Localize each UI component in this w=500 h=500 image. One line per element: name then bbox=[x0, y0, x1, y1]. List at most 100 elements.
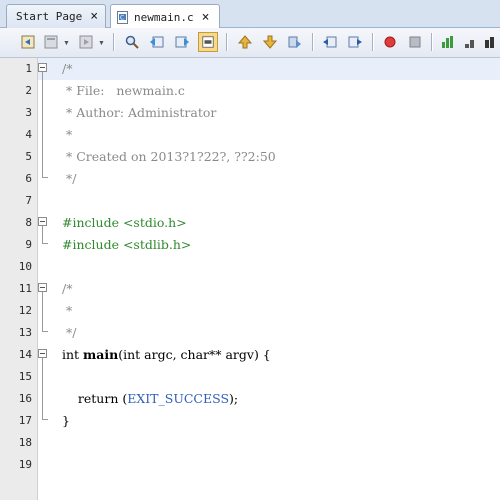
header-name: <stdlib.h> bbox=[118, 237, 192, 252]
toolbar-separator bbox=[372, 33, 374, 51]
code-line: 4 * bbox=[0, 124, 500, 146]
code-line: 14 int main(int argc, char** argv) { bbox=[0, 344, 500, 366]
code-line: 8 #include <stdio.h> bbox=[0, 212, 500, 234]
tab-label: Start Page bbox=[16, 10, 83, 23]
back-icon[interactable] bbox=[18, 32, 38, 52]
code-line: 3 * Author: Administrator bbox=[0, 102, 500, 124]
line-number: 14 bbox=[18, 348, 32, 361]
code-line: 9 #include <stdlib.h> bbox=[0, 234, 500, 256]
bar-chart-icon[interactable] bbox=[461, 32, 481, 52]
code-text: * File: newmain.c bbox=[62, 83, 185, 98]
toolbar-separator bbox=[226, 33, 228, 51]
code-text: * bbox=[62, 127, 73, 142]
svg-text:C: C bbox=[120, 14, 124, 21]
code-line: 12 * bbox=[0, 300, 500, 322]
fold-toggle-icon[interactable] bbox=[38, 349, 47, 358]
code-text: * Created on 2013?1?22?, ??2:50 bbox=[62, 149, 276, 164]
line-number: 11 bbox=[18, 282, 32, 295]
preprocessor-directive: #include bbox=[62, 237, 119, 252]
code-line: 17 } bbox=[0, 410, 500, 432]
toggle-bookmark-icon[interactable] bbox=[285, 32, 305, 52]
line-number: 8 bbox=[25, 216, 32, 229]
next-bookmark-icon[interactable] bbox=[260, 32, 280, 52]
code-line: 7 bbox=[0, 190, 500, 212]
macro-literal: EXIT_SUCCESS bbox=[127, 391, 230, 406]
code-line: 18 bbox=[0, 432, 500, 454]
line-number: 19 bbox=[18, 458, 32, 471]
find-next-icon[interactable] bbox=[172, 32, 192, 52]
line-number: 6 bbox=[25, 172, 32, 185]
header-name: <stdio.h> bbox=[118, 215, 187, 230]
line-number: 7 bbox=[25, 194, 32, 207]
code-line: 1 /* bbox=[0, 58, 500, 80]
line-number: 9 bbox=[25, 238, 32, 251]
line-number: 15 bbox=[18, 370, 32, 383]
code-text: */ bbox=[62, 171, 77, 186]
code-text: * bbox=[62, 303, 73, 318]
chevron-down-icon[interactable]: ▼ bbox=[63, 40, 70, 47]
editor-toolbar: ▼ ▼ bbox=[0, 28, 500, 58]
code-text: /* bbox=[62, 281, 73, 296]
tab-newmain-c[interactable]: C newmain.c × bbox=[110, 4, 220, 29]
shift-left-icon[interactable] bbox=[320, 32, 340, 52]
line-number: 12 bbox=[18, 304, 32, 317]
line-number: 1 bbox=[25, 62, 32, 75]
code-text: */ bbox=[62, 325, 77, 340]
code-line: 10 bbox=[0, 256, 500, 278]
code-line: 15 bbox=[0, 366, 500, 388]
code-text: int main(int argc, char** argv) { bbox=[62, 344, 271, 366]
line-number: 4 bbox=[25, 128, 32, 141]
find-previous-icon[interactable] bbox=[147, 32, 167, 52]
stop-macro-icon[interactable] bbox=[405, 32, 425, 52]
chart-icon[interactable] bbox=[438, 32, 458, 52]
code-text: #include <stdio.h> bbox=[62, 212, 187, 234]
close-icon[interactable]: × bbox=[202, 11, 210, 24]
history-icon[interactable] bbox=[41, 32, 61, 52]
code-line: 2 * File: newmain.c bbox=[0, 80, 500, 102]
code-line: 11 /* bbox=[0, 278, 500, 300]
code-text: * Author: Administrator bbox=[62, 105, 217, 120]
line-number: 10 bbox=[18, 260, 32, 273]
toggle-highlight-icon[interactable] bbox=[198, 32, 218, 52]
fold-toggle-icon[interactable] bbox=[38, 217, 47, 226]
return-keyword: return ( bbox=[62, 391, 128, 406]
editor-tab-strip: Start Page × C newmain.c × bbox=[0, 0, 500, 29]
function-name: main bbox=[83, 347, 119, 362]
tab-label: newmain.c bbox=[134, 10, 194, 24]
close-icon[interactable]: × bbox=[90, 10, 98, 23]
toolbar-separator bbox=[431, 33, 433, 51]
line-number: 17 bbox=[18, 414, 32, 427]
toolbar-separator bbox=[113, 33, 115, 51]
c-file-icon: C bbox=[116, 10, 129, 24]
forward-icon[interactable] bbox=[76, 32, 96, 52]
preprocessor-directive: #include bbox=[62, 215, 119, 230]
shift-right-icon[interactable] bbox=[345, 32, 365, 52]
ide-window: Start Page × C newmain.c × ▼ ▼ 1 /* 2 * … bbox=[0, 0, 500, 500]
previous-bookmark-icon[interactable] bbox=[235, 32, 255, 52]
line-number: 2 bbox=[25, 84, 32, 97]
code-text: /* bbox=[62, 61, 73, 76]
bar-chart-2-icon[interactable] bbox=[481, 32, 500, 52]
code-editor[interactable]: 1 /* 2 * File: newmain.c 3 * Author: Adm… bbox=[0, 58, 500, 500]
toolbar-separator bbox=[312, 33, 314, 51]
fold-toggle-icon[interactable] bbox=[38, 63, 47, 72]
find-icon[interactable] bbox=[122, 32, 142, 52]
line-number: 3 bbox=[25, 106, 32, 119]
code-line: 5 * Created on 2013?1?22?, ??2:50 bbox=[0, 146, 500, 168]
code-line: 19 bbox=[0, 454, 500, 476]
record-macro-icon[interactable] bbox=[380, 32, 400, 52]
line-number: 16 bbox=[18, 392, 32, 405]
fold-toggle-icon[interactable] bbox=[38, 283, 47, 292]
tab-start-page[interactable]: Start Page × bbox=[6, 4, 106, 28]
statement-end: ); bbox=[229, 391, 239, 406]
code-line: 13 */ bbox=[0, 322, 500, 344]
code-text: #include <stdlib.h> bbox=[62, 234, 191, 256]
chevron-down-icon[interactable]: ▼ bbox=[98, 40, 105, 47]
line-number: 18 bbox=[18, 436, 32, 449]
function-signature: (int argc, char** argv) { bbox=[118, 347, 271, 362]
return-type: int bbox=[62, 347, 84, 362]
code-text: } bbox=[62, 413, 70, 428]
code-line: 16 return (EXIT_SUCCESS); bbox=[0, 388, 500, 410]
code-text: return (EXIT_SUCCESS); bbox=[62, 388, 238, 410]
line-number: 13 bbox=[18, 326, 32, 339]
